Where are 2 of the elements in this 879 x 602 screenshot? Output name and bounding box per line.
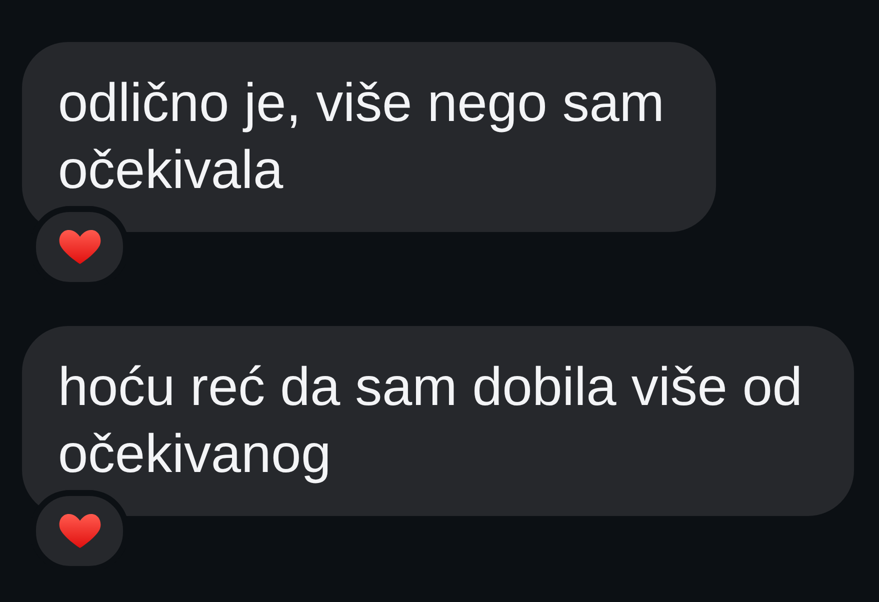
message-bubble: odlično je, više nego sam očekivala [22,42,716,232]
message-bubble: hoću reć da sam dobila više od očekivanog [22,326,854,516]
